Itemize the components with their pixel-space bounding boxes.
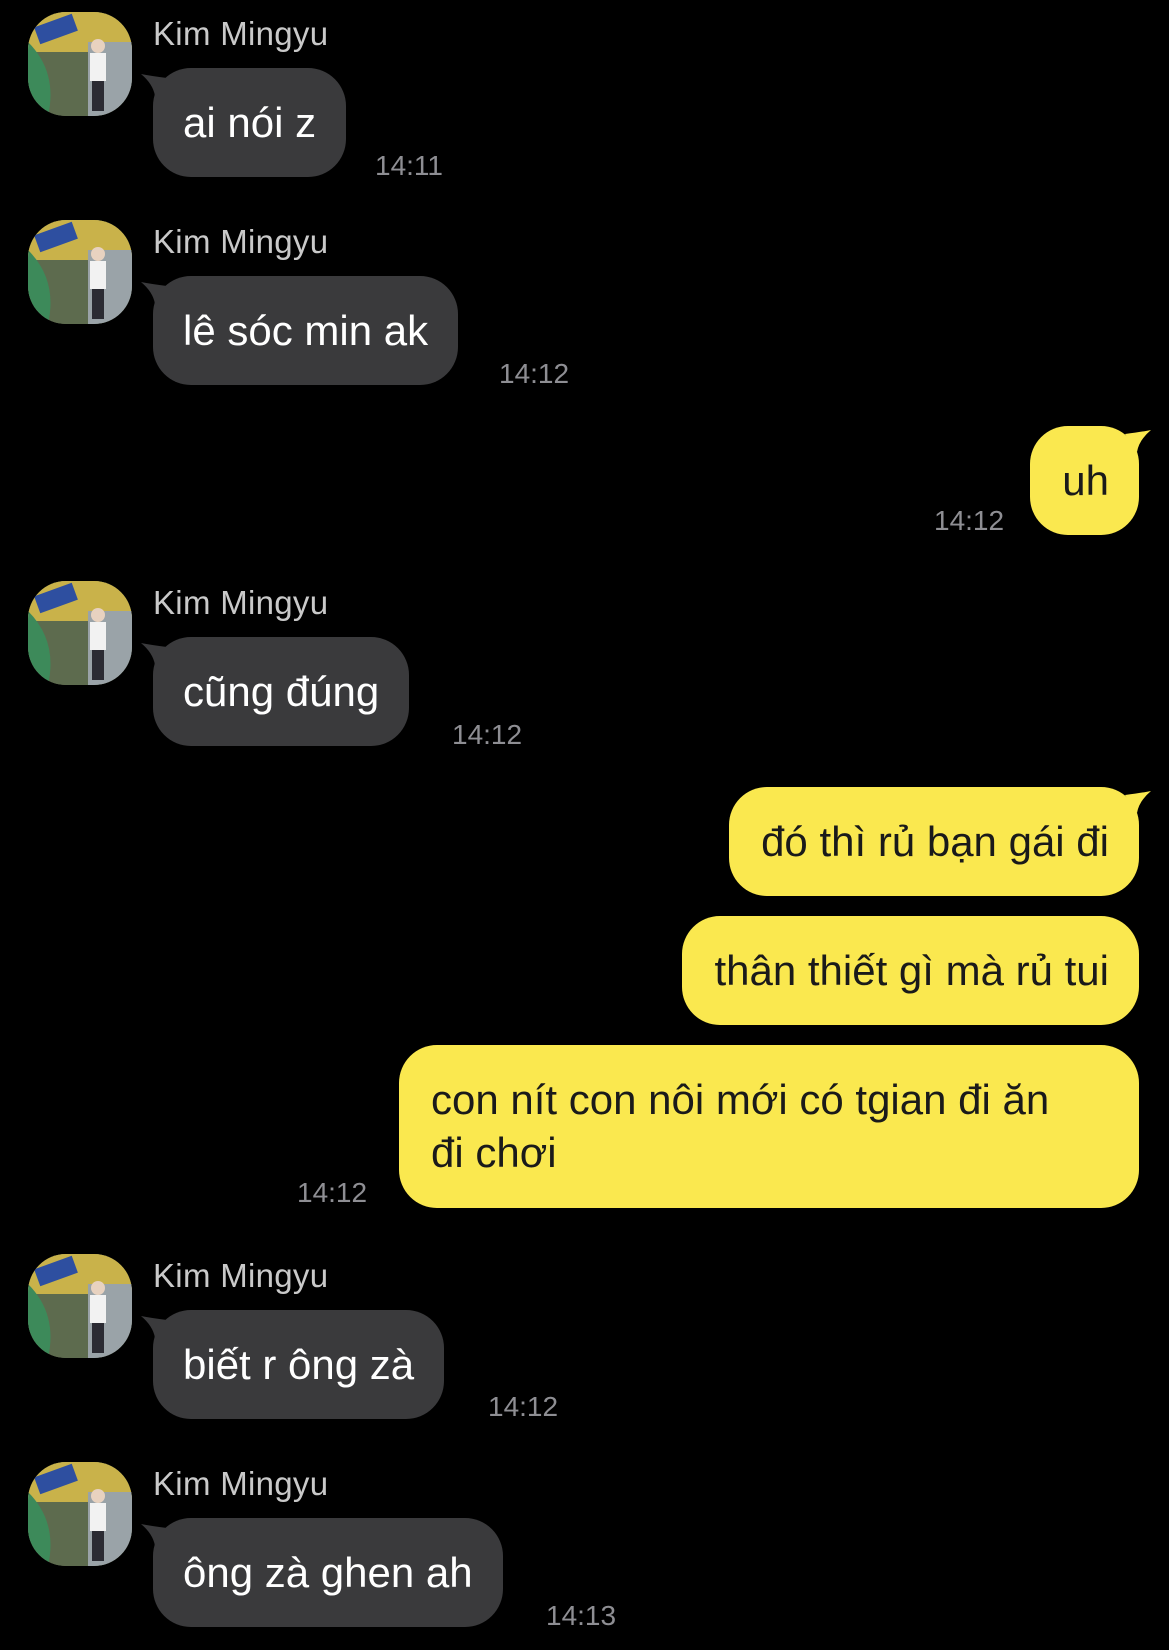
message-bubble-outgoing[interactable]: uh xyxy=(1030,426,1151,535)
message-text: cũng đúng xyxy=(183,668,380,715)
contact-avatar[interactable] xyxy=(28,220,132,324)
bubble-tail xyxy=(141,282,167,304)
bubble-tail xyxy=(141,1316,167,1338)
message-bubble-incoming[interactable]: ông zà ghen ah xyxy=(141,1518,503,1627)
sender-name: Kim Mingyu xyxy=(153,1465,329,1502)
message-text: ông zà ghen ah xyxy=(183,1549,473,1596)
message-text: đó thì rủ bạn gái đi xyxy=(761,818,1109,865)
message-time: 14:12 xyxy=(297,1177,368,1208)
message-text: lê sóc min ak xyxy=(183,307,429,354)
bubble-tail xyxy=(1125,791,1151,813)
message-bubble-incoming[interactable]: ai nói z xyxy=(141,68,347,177)
message-text: uh xyxy=(1062,457,1109,504)
bubble-tail xyxy=(141,643,167,665)
contact-avatar[interactable] xyxy=(28,1462,132,1566)
contact-avatar[interactable] xyxy=(28,12,132,116)
chat-thread[interactable]: Kim Mingyu ai nói z 14:11 Kim Mingyu lê … xyxy=(0,0,1169,1650)
bubble-tail xyxy=(1125,430,1151,452)
avatar-photo xyxy=(28,1254,132,1358)
message-text: biết r ông zà xyxy=(183,1341,415,1388)
message-time: 14:12 xyxy=(934,505,1005,536)
contact-avatar[interactable] xyxy=(28,1254,132,1358)
message-bubble-incoming[interactable]: cũng đúng xyxy=(141,637,410,746)
message-time: 14:12 xyxy=(452,719,523,750)
sender-name: Kim Mingyu xyxy=(153,223,329,260)
message-time: 14:12 xyxy=(499,358,570,389)
bubble-tail xyxy=(141,74,167,96)
message-text: thân thiết gì mà rủ tui xyxy=(714,947,1109,994)
avatar-photo xyxy=(28,220,132,324)
avatar-photo xyxy=(28,1462,132,1566)
message-text: ai nói z xyxy=(183,99,317,146)
message-time: 14:11 xyxy=(375,150,443,181)
message-bubble-outgoing[interactable]: đó thì rủ bạn gái đi xyxy=(729,787,1151,896)
message-text-line: con nít con nôi mới có tgian đi ăn xyxy=(431,1076,1050,1123)
message-time: 14:13 xyxy=(546,1600,617,1631)
contact-avatar[interactable] xyxy=(28,581,132,685)
message-time: 14:12 xyxy=(488,1391,559,1422)
message-text-line: đi chơi xyxy=(431,1129,557,1176)
sender-name: Kim Mingyu xyxy=(153,1257,329,1294)
message-bubble-outgoing[interactable]: con nít con nôi mới có tgian đi ăn đi ch… xyxy=(399,1045,1139,1208)
avatar-photo xyxy=(28,581,132,685)
message-bubble-outgoing[interactable]: thân thiết gì mà rủ tui xyxy=(682,916,1139,1025)
sender-name: Kim Mingyu xyxy=(153,15,329,52)
bubble-tail xyxy=(141,1524,167,1546)
message-bubble-incoming[interactable]: biết r ông zà xyxy=(141,1310,445,1419)
message-bubble-incoming[interactable]: lê sóc min ak xyxy=(141,276,459,385)
avatar-photo xyxy=(28,12,132,116)
sender-name: Kim Mingyu xyxy=(153,584,329,621)
